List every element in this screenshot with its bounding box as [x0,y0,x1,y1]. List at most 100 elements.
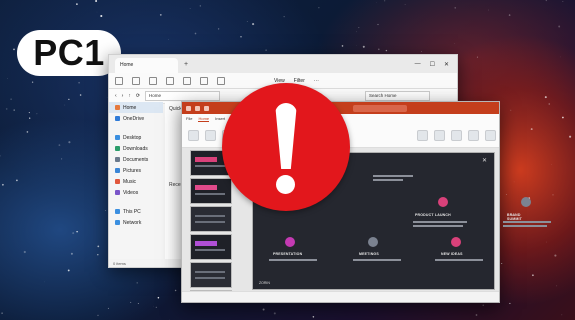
new-icon[interactable] [115,76,123,85]
star [509,302,511,304]
slide-gray-icon [521,197,531,207]
star [105,209,107,211]
star [0,155,1,157]
star [7,78,9,79]
refresh-icon[interactable]: ⟳ [136,93,140,99]
slide-pink-icon [438,197,448,207]
paste-icon[interactable] [188,129,199,141]
star [64,104,66,106]
back-arrow-icon[interactable]: ‹ [115,93,117,99]
sidebar-item-music[interactable]: Music [109,176,163,187]
tab-insert[interactable]: Insert [215,116,225,121]
search-box[interactable] [353,104,407,112]
star [79,94,82,96]
slide-text-line [353,259,401,261]
star [421,50,422,52]
more-options[interactable]: ··· [314,78,319,84]
star [97,314,99,316]
slide-text-line [373,175,413,177]
up-arrow-icon[interactable]: ↑ [128,93,131,99]
explorer-tab-home[interactable]: Home [115,58,178,73]
powerpoint-titlebar [182,102,499,114]
close-icon[interactable]: ✕ [482,157,487,164]
autosave-icon[interactable] [186,105,191,111]
maximize-button[interactable]: ☐ [430,61,435,68]
cut-icon[interactable] [132,76,140,85]
explorer-sidebar: Home OneDrive Desktop Downloads Document… [109,102,163,259]
close-button[interactable]: ✕ [444,61,449,68]
tab-file[interactable]: File [186,116,192,121]
slide-label: MEETINGS [359,252,379,256]
sidebar-item-network[interactable]: Network [109,217,163,228]
paste-icon[interactable] [166,76,174,85]
sidebar-item-videos[interactable]: Videos [109,187,163,198]
exclamation-dot [276,175,295,194]
undo-icon[interactable] [204,105,209,111]
slide-gray-icon [368,237,378,247]
video-icon [115,190,120,195]
forward-arrow-icon[interactable]: › [122,93,124,99]
sidebar-item-this-pc[interactable]: This PC [109,206,163,217]
filter-menu[interactable]: Filter [294,78,305,84]
sidebar-item-downloads[interactable]: Downloads [109,143,163,154]
star [530,128,533,131]
delete-icon[interactable] [217,76,225,85]
designer-icon[interactable] [485,129,496,141]
star [13,48,15,51]
save-icon[interactable] [195,105,200,111]
quick-styles-icon[interactable] [451,129,462,141]
document-icon [115,157,120,162]
star [174,289,177,292]
sidebar-item-home[interactable]: Home [109,102,163,113]
star [68,98,70,100]
pc-badge: PC1 [17,30,121,76]
slide-text-line [503,221,551,223]
download-icon [115,146,120,151]
star [29,117,31,119]
slide-thumbnail[interactable] [190,178,232,204]
arrange-icon[interactable] [434,129,445,141]
share-icon[interactable] [200,76,208,85]
star [341,45,344,47]
alert-exclamation-icon [222,83,350,211]
slide-thumbnail[interactable] [190,206,232,232]
minimize-button[interactable]: — [415,61,421,68]
sidebar-item-documents[interactable]: Documents [109,154,163,165]
star [513,181,515,183]
star [475,314,478,316]
copy-icon[interactable] [149,76,157,85]
sidebar-item-desktop[interactable]: Desktop [109,132,163,143]
star [16,179,18,182]
sidebar-item-onedrive[interactable]: OneDrive [109,113,163,124]
star [362,45,365,48]
star [2,183,4,186]
star [96,11,98,13]
rename-icon[interactable] [183,76,191,85]
find-icon[interactable] [468,129,479,141]
search-input[interactable]: Search Home [365,91,431,101]
star [454,7,456,9]
cut-icon[interactable] [205,129,216,141]
slide-thumbnail[interactable] [190,234,232,260]
desktop-background: PC1 Home + — ☐ ✕ View Filter ··· ‹ › ↑ ⟳… [0,0,575,320]
tab-home[interactable]: Home [198,116,210,122]
powerpoint-status-bar [182,291,499,302]
sidebar-item-pictures[interactable]: Pictures [109,165,163,176]
star [312,316,315,318]
star [532,274,534,277]
star [562,1,564,2]
shapes-icon[interactable] [417,129,428,141]
star [510,109,512,111]
address-bar[interactable]: Home [145,91,221,101]
star [554,254,557,257]
star [95,0,98,2]
star [68,141,71,144]
picture-icon [115,168,120,173]
star [240,36,242,38]
new-tab-button[interactable]: + [184,61,188,68]
star [544,96,547,99]
cloud-icon [115,116,120,121]
slide-thumbnail[interactable] [190,262,232,288]
slide-text-line [269,259,317,261]
star [97,253,99,256]
